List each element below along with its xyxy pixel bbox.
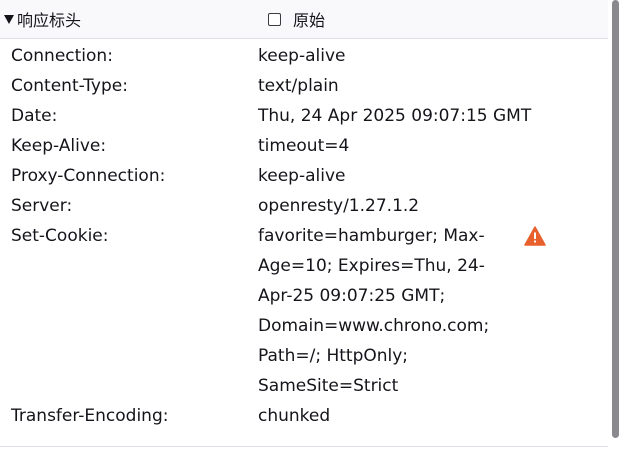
header-value: Thu, 24 Apr 2025 09:07:15 GMT <box>258 106 532 126</box>
response-headers-toggle[interactable]: 响应标头 <box>4 0 81 38</box>
response-headers-section-header: 响应标头 原始 <box>0 0 608 39</box>
raw-label: 原始 <box>293 11 326 30</box>
header-name: Server: <box>11 196 73 216</box>
header-value: text/plain <box>258 76 339 96</box>
divider <box>0 446 608 447</box>
header-value: favorite=hamburger; Max-Age=10; Expires=… <box>258 226 490 396</box>
response-headers-panel: 响应标头 原始 Connection: keep-alive Content-T… <box>0 0 608 450</box>
header-name: Connection: <box>11 46 113 66</box>
header-row: Keep-Alive: timeout=4 <box>0 131 608 161</box>
header-name: Transfer-Encoding: <box>11 406 169 426</box>
header-value: keep-alive <box>258 166 346 186</box>
header-row: Connection: keep-alive <box>0 41 608 71</box>
header-value: openresty/1.27.1.2 <box>258 196 420 216</box>
header-row: Content-Type: text/plain <box>0 71 608 101</box>
header-value: timeout=4 <box>258 136 350 156</box>
header-row: Transfer-Encoding: chunked <box>0 401 608 431</box>
raw-headers-toggle[interactable]: 原始 <box>268 0 325 38</box>
raw-checkbox[interactable] <box>268 12 281 26</box>
header-name: Date: <box>11 106 58 126</box>
header-row: Server: openresty/1.27.1.2 <box>0 191 608 221</box>
header-row: Set-Cookie: favorite=hamburger; Max-Age=… <box>0 221 608 401</box>
header-value: keep-alive <box>258 46 346 66</box>
section-title: 响应标头 <box>17 11 82 30</box>
header-name: Keep-Alive: <box>11 136 107 156</box>
headers-list: Connection: keep-alive Content-Type: tex… <box>0 41 608 431</box>
header-row: Date: Thu, 24 Apr 2025 09:07:15 GMT <box>0 101 608 131</box>
warning-icon[interactable] <box>524 226 546 246</box>
disclosure-triangle-icon[interactable] <box>4 15 14 24</box>
header-name: Content-Type: <box>11 76 128 96</box>
header-name: Set-Cookie: <box>11 226 109 246</box>
header-value: chunked <box>258 406 331 426</box>
scrollbar-thumb[interactable] <box>612 0 619 438</box>
header-row: Proxy-Connection: keep-alive <box>0 161 608 191</box>
header-name: Proxy-Connection: <box>11 166 166 186</box>
